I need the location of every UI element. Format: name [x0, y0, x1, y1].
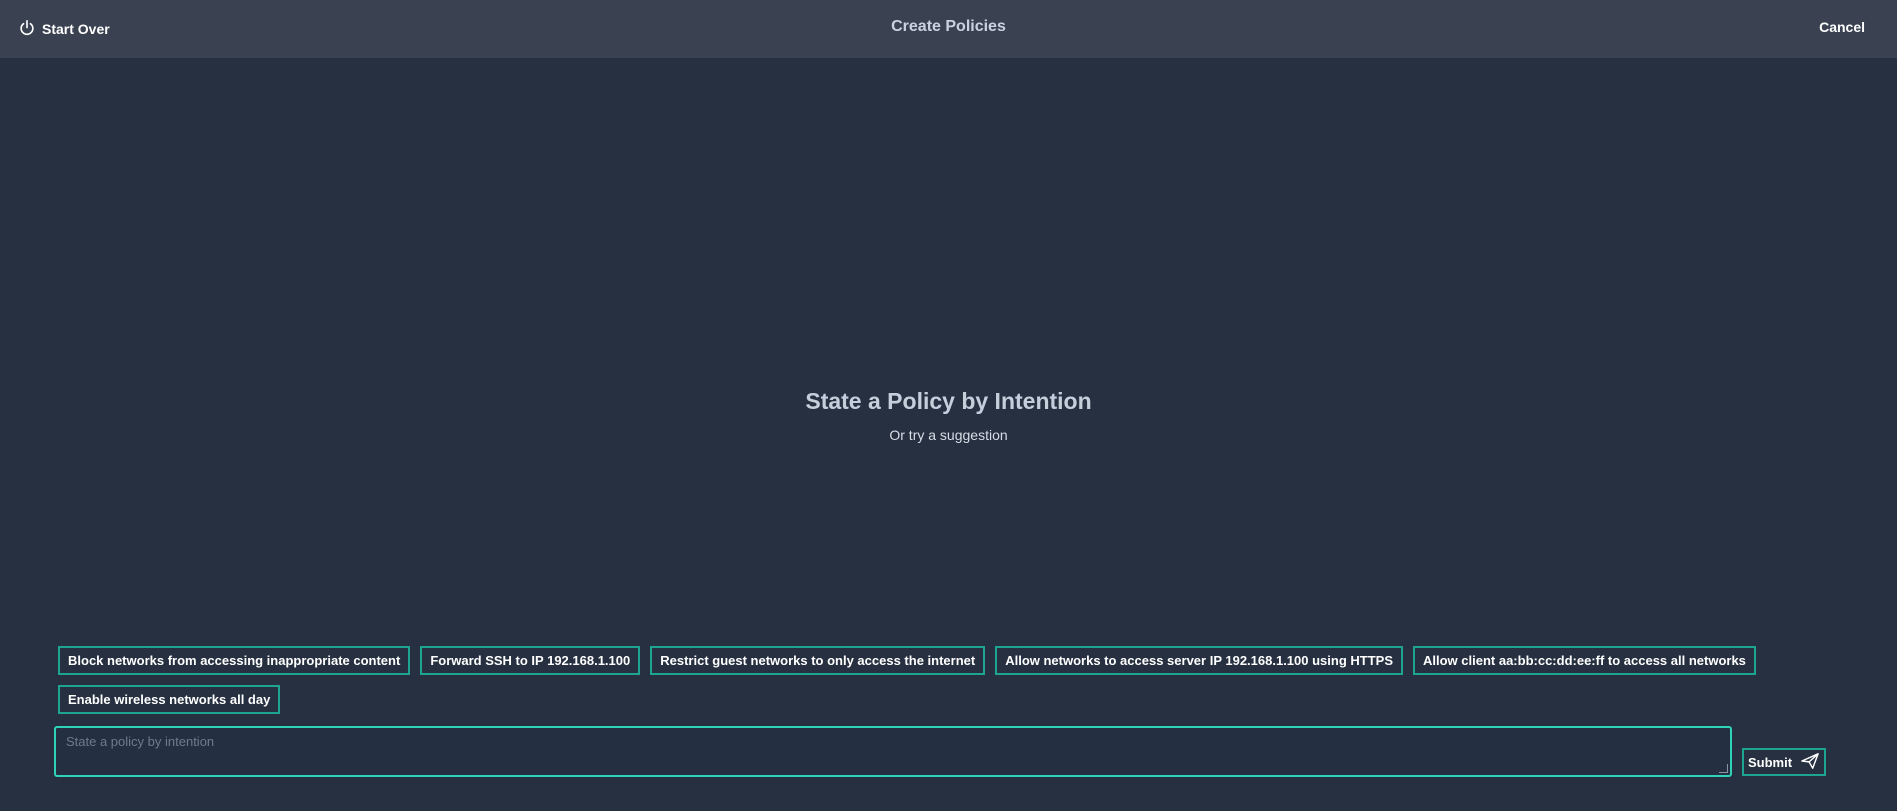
suggestion-chip[interactable]: Block networks from accessing inappropri… [58, 646, 411, 675]
suggestion-list: Block networks from accessing inappropri… [58, 646, 1778, 714]
top-bar: Start Over Create Policies Cancel [0, 0, 1897, 58]
policy-input[interactable] [56, 728, 1730, 775]
suggestion-chip[interactable]: Allow client aa:bb:cc:dd:ee:ff to access… [1413, 646, 1756, 675]
suggestion-chip[interactable]: Forward SSH to IP 192.168.1.100 [420, 646, 641, 675]
send-icon [1800, 752, 1820, 773]
hero-subtitle: Or try a suggestion [889, 427, 1008, 443]
suggestion-chip[interactable]: Allow networks to access server IP 192.1… [995, 646, 1403, 675]
suggestion-chip[interactable]: Restrict guest networks to only access t… [650, 646, 986, 675]
suggestion-chip[interactable]: Enable wireless networks all day [58, 685, 281, 714]
resize-handle[interactable] [1719, 764, 1728, 773]
hero-title: State a Policy by Intention [805, 388, 1092, 414]
policy-input-container [54, 726, 1732, 777]
submit-button[interactable]: Submit [1742, 748, 1826, 776]
page-title: Create Policies [891, 18, 1006, 35]
cancel-button[interactable]: Cancel [1819, 19, 1865, 35]
submit-label: Submit [1747, 754, 1793, 770]
